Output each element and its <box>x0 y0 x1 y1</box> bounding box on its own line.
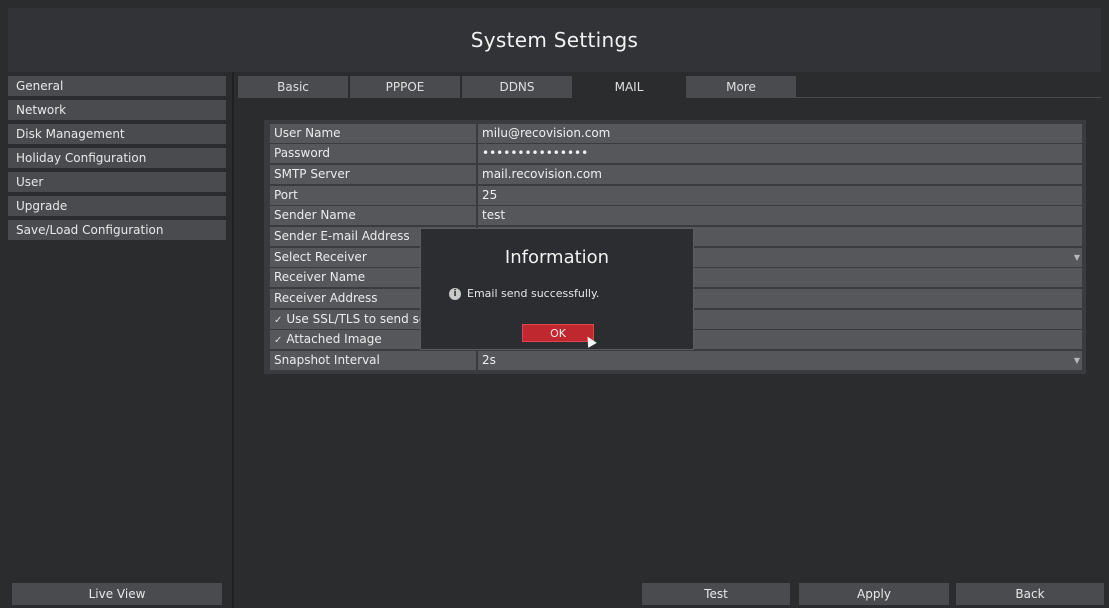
snapshot-interval-label: Snapshot Interval <box>270 351 476 370</box>
password-input[interactable]: ••••••••••••••• <box>478 144 1082 163</box>
back-button[interactable]: Back <box>956 583 1104 605</box>
dialog-title: Information <box>504 247 610 268</box>
title-bar: System Settings <box>8 8 1101 72</box>
form-row-sender-name: Sender Name test <box>270 206 1082 225</box>
sidebar-item-disk-management[interactable]: Disk Management <box>8 124 226 144</box>
apply-button[interactable]: Apply <box>799 583 949 605</box>
form-row-snapshot-interval: Snapshot Interval 2s ▼ <box>270 351 1082 370</box>
tab-underline <box>796 97 1101 98</box>
dialog-message-row: i Email send successfully. <box>449 287 599 300</box>
snapshot-interval-value: 2s <box>482 353 496 367</box>
form-row-port: Port 25 <box>270 186 1082 205</box>
smtp-server-label: SMTP Server <box>270 165 476 184</box>
sidebar-item-save-load-configuration[interactable]: Save/Load Configuration <box>8 220 226 240</box>
port-input[interactable]: 25 <box>478 186 1082 205</box>
sidebar: General Network Disk Management Holiday … <box>8 76 226 244</box>
divider <box>232 72 234 608</box>
live-view-button[interactable]: Live View <box>12 583 222 605</box>
tab-pppoe[interactable]: PPPOE <box>350 76 460 98</box>
dialog-message: Email send successfully. <box>467 287 600 300</box>
sender-name-label: Sender Name <box>270 206 476 225</box>
page-title: System Settings <box>470 28 639 52</box>
sidebar-item-general[interactable]: General <box>8 76 226 96</box>
port-label: Port <box>270 186 476 205</box>
checkmark-icon: ✓ <box>274 335 283 346</box>
attached-image-label: Attached Image <box>286 332 382 346</box>
form-row-password: Password ••••••••••••••• <box>270 144 1082 163</box>
smtp-server-input[interactable]: mail.recovision.com <box>478 165 1082 184</box>
form-row-smtp-server: SMTP Server mail.recovision.com <box>270 165 1082 184</box>
sidebar-item-upgrade[interactable]: Upgrade <box>8 196 226 216</box>
test-button[interactable]: Test <box>642 583 790 605</box>
information-dialog: Information i Email send successfully. O… <box>420 228 694 350</box>
chevron-down-icon: ▼ <box>1073 356 1080 365</box>
password-label: Password <box>270 144 476 163</box>
chevron-down-icon: ▼ <box>1073 253 1080 262</box>
tab-more[interactable]: More <box>686 76 796 98</box>
sidebar-item-network[interactable]: Network <box>8 100 226 120</box>
sidebar-item-user[interactable]: User <box>8 172 226 192</box>
snapshot-interval-dropdown[interactable]: 2s ▼ <box>478 351 1082 370</box>
user-name-input[interactable]: milu@recovision.com <box>478 124 1082 143</box>
checkmark-icon: ✓ <box>274 315 283 326</box>
tab-ddns[interactable]: DDNS <box>462 76 572 98</box>
user-name-label: User Name <box>270 124 476 143</box>
sidebar-item-holiday-configuration[interactable]: Holiday Configuration <box>8 148 226 168</box>
tab-basic[interactable]: Basic <box>238 76 348 98</box>
info-icon: i <box>449 287 461 300</box>
sender-name-input[interactable]: test <box>478 206 1082 225</box>
tab-mail[interactable]: MAIL <box>574 76 684 98</box>
tab-bar: Basic PPPOE DDNS MAIL More <box>238 76 798 98</box>
form-row-user-name: User Name milu@recovision.com <box>270 124 1082 143</box>
use-ssl-label: Use SSL/TLS to send secu <box>286 312 441 326</box>
